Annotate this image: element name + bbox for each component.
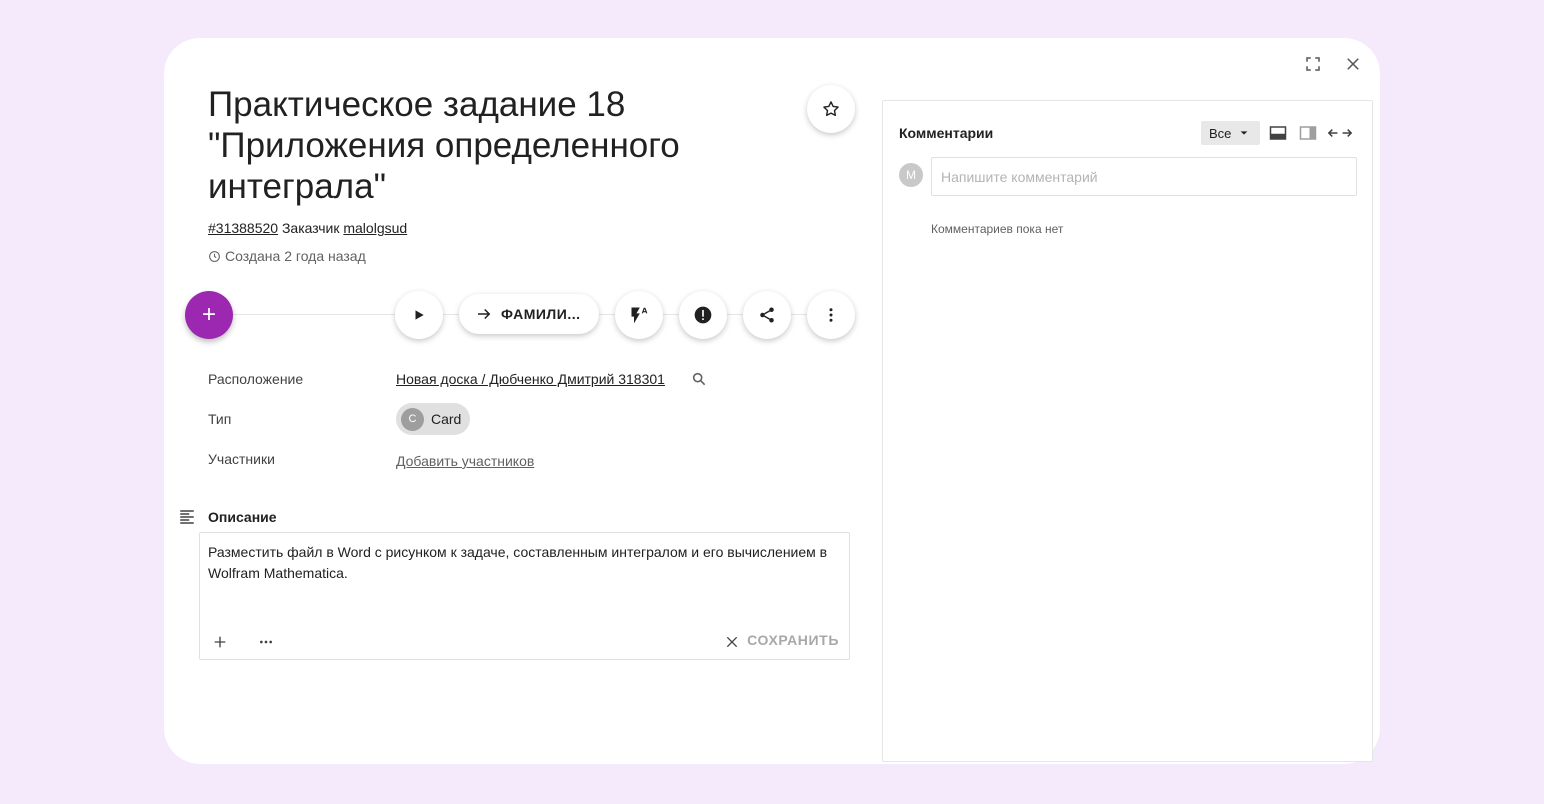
location-link[interactable]: Новая доска / Дюбченко Дмитрий 318301 — [396, 371, 665, 387]
no-comments-text: Комментариев пока нет — [931, 222, 1064, 236]
type-chip[interactable]: C Card — [396, 403, 470, 435]
fullscreen-icon[interactable] — [1301, 52, 1325, 76]
arrows-horizontal-icon — [1328, 129, 1352, 137]
close-icon — [726, 636, 738, 648]
flash-auto-icon — [631, 307, 648, 324]
type-avatar: C — [401, 407, 424, 431]
editor-more-button[interactable] — [254, 630, 278, 654]
add-button[interactable]: + — [185, 291, 233, 339]
priority-button[interactable] — [679, 291, 727, 339]
description-text[interactable]: Разместить файл в Word с рисунком к зада… — [208, 542, 844, 584]
arrow-right-icon — [478, 308, 491, 320]
plus-icon — [214, 636, 226, 648]
more-vert-icon — [829, 308, 833, 322]
user-avatar: M — [899, 163, 923, 187]
panel-right-icon — [1299, 126, 1317, 140]
search-icon — [692, 372, 706, 386]
start-button[interactable] — [395, 291, 443, 339]
star-icon — [823, 101, 839, 117]
description-heading: Описание — [208, 509, 277, 525]
favorite-button[interactable] — [807, 85, 855, 133]
alert-icon — [694, 306, 712, 324]
comments-filter-select[interactable]: Все — [1201, 121, 1260, 145]
created-text: Создана 2 года назад — [225, 248, 366, 264]
cancel-edit-button[interactable] — [720, 630, 744, 654]
comment-input[interactable] — [931, 157, 1357, 196]
add-members-link[interactable]: Добавить участников — [396, 453, 534, 469]
comments-title: Комментарии — [899, 125, 994, 141]
resize-panel-button[interactable] — [1327, 123, 1353, 143]
location-label: Расположение — [208, 371, 304, 387]
save-button[interactable]: СОХРАНИТЬ — [747, 632, 839, 648]
more-menu-button[interactable] — [807, 291, 855, 339]
share-button[interactable] — [743, 291, 791, 339]
move-to-column-button[interactable]: ФАМИЛИ... — [459, 294, 599, 334]
type-label: Тип — [208, 411, 232, 427]
description-header: Описание — [178, 508, 277, 526]
task-meta: #31388520 Заказчик malolgsud — [208, 220, 407, 236]
task-title: Практическое задание 18 "Приложения опре… — [208, 85, 680, 206]
more-horiz-icon — [260, 640, 272, 644]
customer-link[interactable]: malolgsud — [343, 220, 407, 236]
close-icon[interactable] — [1341, 52, 1365, 76]
clock-icon — [209, 250, 220, 262]
share-icon — [760, 307, 774, 323]
customer-label: Заказчик — [281, 220, 340, 236]
task-id-link[interactable]: #31388520 — [208, 220, 278, 236]
layout-right-button[interactable] — [1297, 123, 1319, 143]
location-search-button[interactable] — [689, 369, 709, 389]
type-value: Card — [431, 411, 462, 427]
comments-panel: Комментарии Все M Комментариев пока нет — [882, 100, 1373, 762]
play-icon — [415, 310, 424, 320]
description-icon — [180, 510, 194, 524]
move-to-column-label: ФАМИЛИ... — [501, 306, 581, 322]
chevron-down-icon — [1241, 131, 1248, 135]
panel-bottom-icon — [1269, 126, 1287, 140]
automation-button[interactable] — [615, 291, 663, 339]
comments-filter-value: Все — [1209, 125, 1232, 141]
description-editor[interactable]: Разместить файл в Word с рисунком к зада… — [199, 532, 850, 660]
created-info: Создана 2 года назад — [208, 248, 366, 264]
members-label: Участники — [208, 451, 275, 467]
plus-icon: + — [201, 301, 216, 328]
layout-bottom-button[interactable] — [1267, 123, 1289, 143]
insert-button[interactable] — [208, 630, 232, 654]
